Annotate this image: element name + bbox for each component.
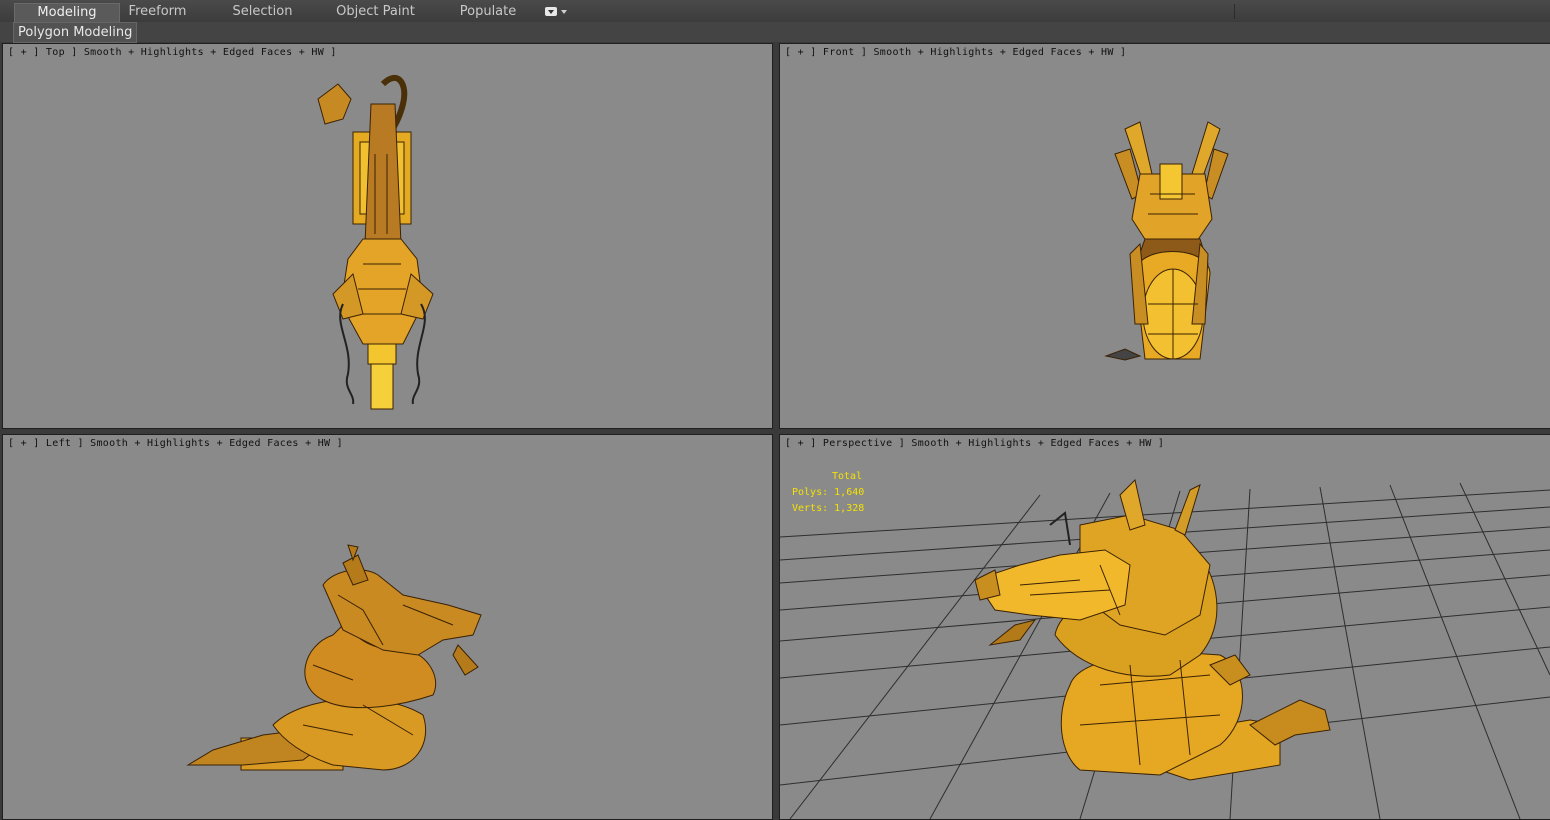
tab-populate[interactable]: Populate [448,3,528,21]
dragon-model-perspective [974,479,1331,781]
panel-options-icon [545,7,557,16]
polygon-modeling-button[interactable]: Polygon Modeling [13,22,138,43]
ribbon-tab-bar: Modeling Freeform Selection Object Paint… [0,0,1550,23]
tab-freeform[interactable]: Freeform [115,3,200,21]
viewport-front[interactable]: [ + ] Front ] Smooth + Highlights + Edge… [779,43,1550,429]
tab-selection[interactable]: Selection [220,3,305,21]
ribbon-panel-bar: Polygon Modeling [0,22,1550,43]
viewport-top[interactable]: [ + ] Top ] Smooth + Highlights + Edged … [2,43,773,429]
dragon-model-front [1104,121,1229,361]
viewport-perspective[interactable]: [ + ] Perspective ] Smooth + Highlights … [779,434,1550,820]
dragon-model-top [317,75,434,410]
viewport-left[interactable]: [ + ] Left ] Smooth + Highlights + Edged… [2,434,773,820]
dragon-model-left [186,544,482,771]
ribbon-divider [1234,4,1235,19]
perspective-scene [780,479,1550,819]
tab-object-paint[interactable]: Object Paint [328,3,423,21]
tab-modeling[interactable]: Modeling [14,3,120,22]
chevron-down-icon [561,10,567,14]
ribbon-options-dropdown[interactable] [543,6,569,18]
